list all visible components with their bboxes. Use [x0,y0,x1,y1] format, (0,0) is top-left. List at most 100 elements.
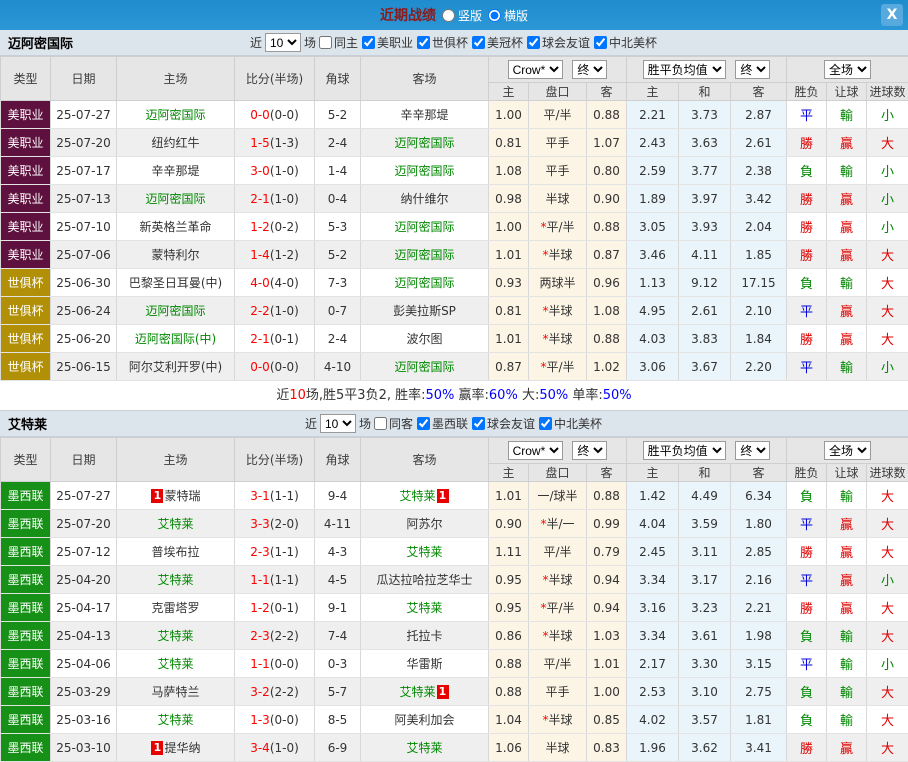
league-filter-checkbox[interactable] [539,417,552,430]
league-filter[interactable]: 世俱杯 [415,34,468,51]
team-section-atlante: 艾特莱 近 10 场 同客 墨西联球会友谊中北美杯 类型 [0,411,908,762]
scope-select[interactable]: 全场 [824,60,871,79]
same-venue-checkbox[interactable] [374,417,387,430]
league-filter-checkbox[interactable] [472,36,485,49]
handicap-star: * [540,517,546,531]
avg-home-cell: 3.05 [627,213,679,241]
match-count-select[interactable]: 10 [320,414,356,433]
avg-final-select[interactable]: 终 [735,60,770,79]
odds-away-cell: 0.79 [587,538,627,566]
odds-final-select[interactable]: 终 [572,441,607,460]
away-team-cell: 瓜达拉哈拉芝华士 [361,566,489,594]
league-filter-checkbox[interactable] [417,417,430,430]
league-filter-checkbox[interactable] [362,36,375,49]
handicap-cell: 平手 [529,129,587,157]
same-venue-filter[interactable]: 同主 [317,34,358,51]
filter-bar: 近 10 场 同客 墨西联球会友谊中北美杯 [305,414,603,433]
result-cell: 勝 [787,129,827,157]
halftime-score: (0-0) [270,360,299,374]
result-cell: 負 [787,157,827,185]
odds-final-select[interactable]: 终 [572,60,607,79]
league-filter[interactable]: 球会友谊 [525,34,590,51]
score-cell: 4-0(4-0) [235,269,315,297]
avg-home-cell: 2.59 [627,157,679,185]
home-team-cell: 迈阿密国际 [117,297,235,325]
summary-segment: 大: [518,388,540,403]
handicap-result-cell: 贏 [827,734,867,762]
handicap-star: * [542,713,548,727]
same-venue-checkbox[interactable] [319,36,332,49]
fulltime-score: 2-1 [250,192,270,206]
goals-cell: 大 [867,129,908,157]
handicap-cell: *半球 [529,622,587,650]
odds-home-cell: 0.88 [489,650,529,678]
same-venue-filter[interactable]: 同客 [372,415,413,432]
col-result: 胜负 [787,464,827,482]
close-icon[interactable]: X [881,4,903,26]
league-filter-checkbox[interactable] [594,36,607,49]
handicap-result-cell: 贏 [827,566,867,594]
league-filter-label: 美冠杯 [487,34,523,51]
layout-option-vertical[interactable]: 竖版 [442,7,482,24]
avg-type-select[interactable]: 胜平负均值 [643,60,726,79]
league-filter[interactable]: 墨西联 [415,415,468,432]
league-filter[interactable]: 中北美杯 [537,415,602,432]
col-odds-home: 主 [489,464,529,482]
halftime-score: (0-1) [270,332,299,346]
col-date: 日期 [51,438,117,482]
away-team-cell: 纳什维尔 [361,185,489,213]
match-row: 世俱杯25-06-30巴黎圣日耳曼(中)4-0(4-0)7-3迈阿密国际0.93… [1,269,908,297]
red-card-badge: 1 [151,489,163,503]
league-filter-checkbox[interactable] [527,36,540,49]
layout-radio[interactable] [442,9,455,22]
red-card-badge: 1 [437,489,449,503]
away-team-cell: 艾特莱1 [361,482,489,510]
league-type-cell: 墨西联 [1,650,51,678]
league-type-cell: 美职业 [1,241,51,269]
league-type-cell: 美职业 [1,101,51,129]
odds-company-select[interactable]: Crow* [508,441,563,460]
date-cell: 25-04-17 [51,594,117,622]
goals-cell: 小 [867,566,908,594]
league-filter[interactable]: 美冠杯 [470,34,523,51]
layout-option-horizontal[interactable]: 横版 [488,7,528,24]
avg-home-cell: 1.96 [627,734,679,762]
avg-away-cell: 2.38 [731,157,787,185]
match-count-select[interactable]: 10 [265,33,301,52]
goals-cell: 小 [867,157,908,185]
col-score: 比分(半场) [235,57,315,101]
handicap-cell: 平/半 [529,101,587,129]
handicap-cell: *半/一 [529,510,587,538]
league-filter-label: 墨西联 [432,415,468,432]
score-cell: 1-1(0-0) [235,650,315,678]
scope-select[interactable]: 全场 [824,441,871,460]
league-filter[interactable]: 美职业 [360,34,413,51]
avg-draw-cell: 3.93 [679,213,731,241]
handicap-star: * [542,304,548,318]
league-filter[interactable]: 中北美杯 [592,34,657,51]
col-goals: 进球数 [867,83,908,101]
layout-radio[interactable] [488,9,501,22]
avg-type-select[interactable]: 胜平负均值 [643,441,726,460]
avg-final-select[interactable]: 终 [735,441,770,460]
league-filter[interactable]: 球会友谊 [470,415,535,432]
avg-home-cell: 3.16 [627,594,679,622]
avg-draw-cell: 3.59 [679,510,731,538]
away-team-cell: 华雷斯 [361,650,489,678]
league-filter-checkbox[interactable] [472,417,485,430]
fulltime-score: 1-2 [250,220,270,234]
odds-company-select[interactable]: Crow* [508,60,563,79]
odds-home-cell: 0.81 [489,129,529,157]
avg-draw-cell: 3.30 [679,650,731,678]
league-filter-checkbox[interactable] [417,36,430,49]
match-row: 美职业25-07-06蒙特利尔1-4(1-2)5-2迈阿密国际1.01*半球0.… [1,241,908,269]
away-team-cell: 迈阿密国际 [361,241,489,269]
col-goals: 进球数 [867,464,908,482]
home-team-cell: 迈阿密国际(中) [117,325,235,353]
avg-away-cell: 1.84 [731,325,787,353]
match-row: 美职业25-07-20纽约红牛1-5(1-3)2-4迈阿密国际0.81平手1.0… [1,129,908,157]
handicap-cell: 平手 [529,157,587,185]
league-type-cell: 世俱杯 [1,325,51,353]
avg-away-cell: 2.16 [731,566,787,594]
corner-cell: 5-2 [315,241,361,269]
